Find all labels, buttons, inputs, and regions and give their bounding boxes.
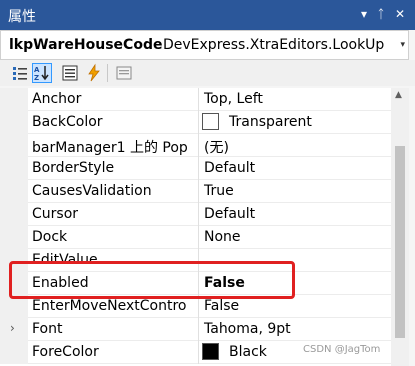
row-gutter (0, 134, 28, 157)
window-position-dropdown-icon[interactable]: ▾ (355, 5, 373, 23)
property-name: Enabled (32, 275, 89, 291)
column-divider[interactable] (198, 134, 199, 157)
watermark: CSDN @JagTom (303, 344, 381, 355)
property-row-dock[interactable]: Dock None (0, 226, 391, 249)
column-divider[interactable] (198, 272, 199, 295)
property-name: CausesValidation (32, 183, 152, 199)
property-toolbar: A Z (0, 60, 415, 86)
close-icon[interactable]: ✕ (391, 5, 409, 23)
row-gutter (0, 111, 28, 134)
vertical-scrollbar[interactable]: ▲ (391, 88, 409, 366)
column-divider[interactable] (198, 203, 199, 226)
scroll-up-arrow-icon[interactable]: ▲ (395, 90, 402, 100)
property-row-backcolor[interactable]: BackColor Transparent (0, 111, 391, 134)
column-divider[interactable] (198, 295, 199, 318)
property-name: Font (32, 321, 63, 337)
property-row-anchor[interactable]: Anchor Top, Left (0, 88, 391, 111)
row-gutter (0, 249, 28, 272)
object-name: lkpWareHouseCode (9, 37, 163, 53)
property-name: Anchor (32, 91, 82, 107)
property-row-causesvalidation[interactable]: CausesValidation True (0, 180, 391, 203)
expand-chevron-icon[interactable]: › (10, 321, 15, 335)
property-value[interactable]: False (204, 298, 239, 314)
row-gutter (0, 203, 28, 226)
scrollbar-thumb[interactable] (395, 146, 405, 338)
color-swatch (202, 113, 219, 130)
row-gutter (0, 226, 28, 249)
property-name: ForeColor (32, 344, 99, 360)
property-name: EditValue (32, 252, 98, 268)
row-gutter (0, 157, 28, 180)
property-name: EnterMoveNextContro (32, 298, 187, 314)
svg-text:A: A (34, 66, 40, 74)
object-selector[interactable]: lkpWareHouseCode DevExpress.XtraEditors.… (0, 30, 409, 60)
property-row-borderstyle[interactable]: BorderStyle Default (0, 157, 391, 180)
property-value[interactable]: Transparent (229, 114, 312, 130)
svg-text:Z: Z (34, 74, 39, 82)
property-value[interactable]: None (204, 229, 241, 245)
property-row-font[interactable]: › Font Tahoma, 9pt (0, 318, 391, 341)
property-value[interactable]: Black (229, 344, 267, 360)
property-row-cursor[interactable]: Cursor Default (0, 203, 391, 226)
property-name: Dock (32, 229, 68, 245)
property-row-enabled[interactable]: Enabled False (0, 272, 391, 295)
column-divider[interactable] (198, 157, 199, 180)
column-divider[interactable] (198, 249, 199, 272)
column-divider[interactable] (198, 111, 199, 134)
property-row-editvalue[interactable]: EditValue (0, 249, 391, 272)
row-gutter (0, 295, 28, 318)
property-pages-icon[interactable] (114, 63, 134, 83)
column-divider[interactable] (198, 341, 199, 364)
property-value[interactable]: (无) (204, 137, 229, 157)
object-type: DevExpress.XtraEditors.LookUp (163, 37, 385, 53)
property-row-entermovenextcontrol[interactable]: EnterMoveNextContro False (0, 295, 391, 318)
properties-icon[interactable] (60, 63, 80, 83)
row-gutter (0, 88, 28, 111)
property-value[interactable]: Tahoma, 9pt (204, 321, 291, 337)
property-value[interactable]: False (204, 275, 245, 291)
property-name: barManager1 上的 Pop (32, 140, 188, 156)
row-gutter (0, 341, 28, 364)
property-row-popup-menu[interactable]: barManager1 上的 Pop (无) (0, 134, 391, 157)
column-divider[interactable] (198, 226, 199, 249)
color-swatch (202, 343, 219, 360)
property-name: BackColor (32, 114, 103, 130)
column-divider[interactable] (198, 318, 199, 341)
chevron-down-icon[interactable]: ▾ (400, 40, 405, 50)
panel-title: 属性 (8, 9, 36, 25)
row-gutter (0, 180, 28, 203)
property-value[interactable]: Top, Left (204, 91, 263, 107)
categorized-icon[interactable] (10, 63, 30, 83)
column-divider[interactable] (198, 88, 199, 111)
auto-hide-pin-icon[interactable]: ᛏ (372, 5, 390, 23)
column-divider[interactable] (198, 180, 199, 203)
row-gutter: › (0, 318, 28, 341)
property-value[interactable]: True (204, 183, 234, 199)
panel-titlebar: 属性 ▾ ᛏ ✕ (0, 0, 415, 30)
alphabetical-icon[interactable]: A Z (32, 63, 52, 83)
toolbar-separator (107, 64, 108, 82)
row-gutter (0, 272, 28, 295)
property-value[interactable]: Default (204, 206, 255, 222)
property-value[interactable]: Default (204, 160, 255, 176)
property-name: Cursor (32, 206, 79, 222)
events-icon[interactable] (84, 63, 104, 83)
property-name: BorderStyle (32, 160, 115, 176)
property-grid: Anchor Top, Left BackColor Transparent b… (0, 88, 391, 366)
